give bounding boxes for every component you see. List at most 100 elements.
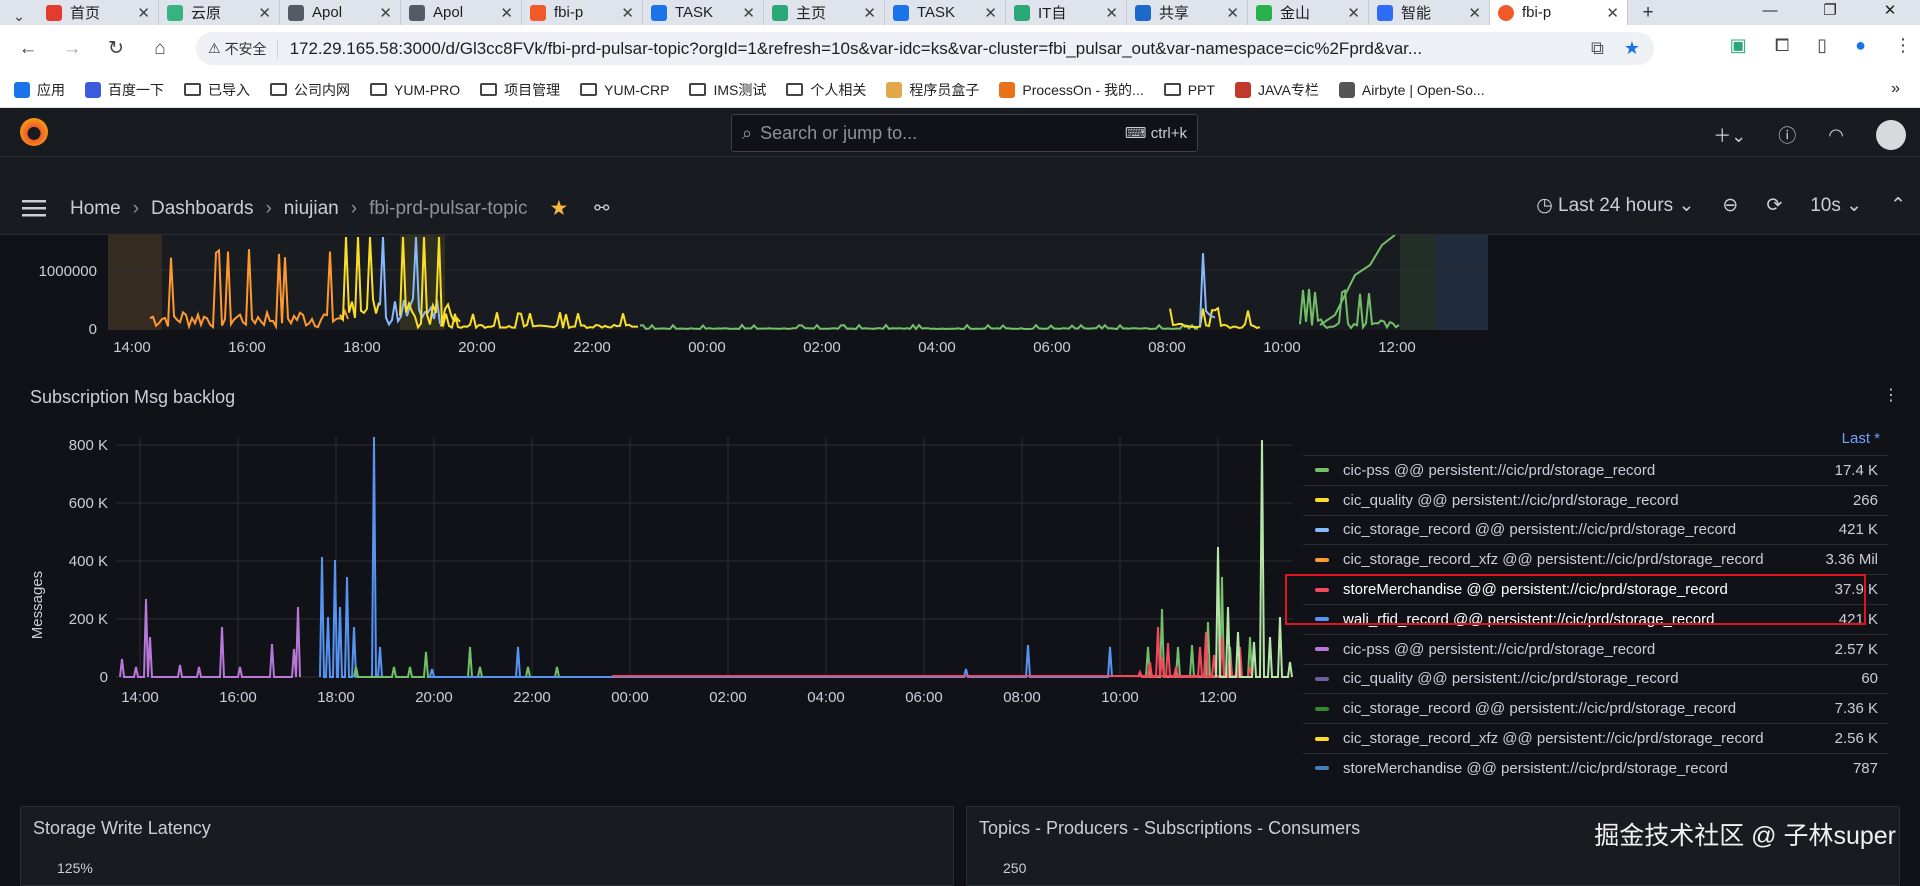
browser-tab[interactable]: TASK✕ xyxy=(885,0,1006,25)
refresh-icon[interactable]: ⟳ xyxy=(1766,194,1782,217)
grafana-logo-icon[interactable] xyxy=(20,118,48,146)
tab-favicon-icon xyxy=(651,5,667,21)
close-icon[interactable]: ✕ xyxy=(137,4,150,22)
bookmark-item[interactable]: YUM-CRP xyxy=(580,82,669,98)
series-color-swatch xyxy=(1315,677,1329,681)
breadcrumb-home[interactable]: Home xyxy=(70,198,121,220)
close-icon[interactable]: ✕ xyxy=(1347,4,1360,22)
bookmark-item[interactable]: 公司内网 xyxy=(270,80,350,100)
refresh-interval-picker[interactable]: 10s ⌄ xyxy=(1810,194,1862,217)
puzzle-icon[interactable]: ⧠ xyxy=(1775,35,1789,56)
time-range-picker[interactable]: ◷ Last 24 hours ⌄ xyxy=(1536,194,1694,217)
omnibox[interactable]: ⚠ 不安全 172.29.165.58:3000/d/Gl3cc8FVk/fbi… xyxy=(196,32,1654,65)
rss-icon[interactable]: ◠ xyxy=(1828,125,1844,146)
close-icon[interactable]: ✕ xyxy=(742,4,755,22)
series-band xyxy=(1400,235,1436,330)
security-indicator[interactable]: ⚠ 不安全 xyxy=(208,39,278,59)
legend-series-value: 2.56 K xyxy=(1808,730,1888,747)
close-window-button[interactable]: ✕ xyxy=(1860,0,1920,25)
legend-item[interactable]: cic_quality @@ persistent://cic/prd/stor… xyxy=(1303,485,1888,515)
url-text[interactable]: 172.29.165.58:3000/d/Gl3cc8FVk/fbi-prd-p… xyxy=(278,39,1548,59)
bookmark-item[interactable]: YUM-PRO xyxy=(370,82,460,98)
close-icon[interactable]: ✕ xyxy=(984,4,997,22)
close-icon[interactable]: ✕ xyxy=(379,4,392,22)
legend-item[interactable]: cic_storage_record_xfz @@ persistent://c… xyxy=(1303,544,1888,574)
tab-search-icon[interactable]: ⌄ xyxy=(0,8,38,25)
legend-series-name: storeMerchandise @@ persistent://cic/prd… xyxy=(1343,760,1808,777)
panel-menu-icon[interactable]: ⋮ xyxy=(1876,378,1906,414)
browser-tab[interactable]: IT自✕ xyxy=(1006,0,1127,25)
legend-item[interactable]: storeMerchandise @@ persistent://cic/prd… xyxy=(1303,753,1888,783)
forward-button[interactable]: → xyxy=(50,38,94,60)
bookmark-item[interactable]: JAVA专栏 xyxy=(1235,80,1319,100)
y-tick-label: 400 K xyxy=(69,553,108,570)
close-icon[interactable]: ✕ xyxy=(1468,4,1481,22)
close-icon[interactable]: ✕ xyxy=(1606,4,1619,22)
back-button[interactable]: ← xyxy=(6,38,50,60)
legend-item[interactable]: cic_storage_record @@ persistent://cic/p… xyxy=(1303,693,1888,723)
close-icon[interactable]: ✕ xyxy=(621,4,634,22)
legend-item[interactable]: cic_storage_record_xfz @@ persistent://c… xyxy=(1303,723,1888,753)
bookmark-label: PPT xyxy=(1188,82,1215,98)
help-icon[interactable]: ⓘ xyxy=(1778,122,1796,148)
legend-item[interactable]: cic-pss @@ persistent://cic/prd/storage_… xyxy=(1303,455,1888,485)
tab-title: Apol xyxy=(312,4,371,21)
avatar[interactable] xyxy=(1876,120,1906,150)
bookmark-item[interactable]: 已导入 xyxy=(184,80,250,100)
browser-tab[interactable]: 金山✕ xyxy=(1248,0,1369,25)
browser-tab[interactable]: 云原✕ xyxy=(159,0,280,25)
translate-icon[interactable]: ⧉ xyxy=(1591,38,1604,59)
bookmarks-overflow-icon[interactable]: » xyxy=(1891,80,1900,98)
menu-kebab-icon[interactable]: ⋮ xyxy=(1894,35,1912,56)
extension-icon[interactable]: ▣ xyxy=(1730,35,1747,56)
legend-series-name: cic_storage_record_xfz @@ persistent://c… xyxy=(1343,730,1808,747)
zoom-out-icon[interactable]: ⊖ xyxy=(1722,194,1738,217)
minimize-button[interactable]: — xyxy=(1740,0,1800,25)
browser-tab[interactable]: fbi-p✕ xyxy=(522,0,643,25)
sidepanel-icon[interactable]: ▯ xyxy=(1817,35,1827,56)
reload-button[interactable]: ↻ xyxy=(94,37,138,60)
legend-item[interactable]: cic-pss @@ persistent://cic/prd/storage_… xyxy=(1303,634,1888,664)
bookmark-item[interactable]: 项目管理 xyxy=(480,80,560,100)
close-icon[interactable]: ✕ xyxy=(1105,4,1118,22)
bookmark-item[interactable]: Airbyte | Open-So... xyxy=(1339,82,1485,98)
legend-item[interactable]: cic_quality @@ persistent://cic/prd/stor… xyxy=(1303,664,1888,694)
profile-icon[interactable]: ● xyxy=(1855,35,1866,56)
menu-hamburger-icon[interactable] xyxy=(22,198,48,223)
browser-tab[interactable]: 智能✕ xyxy=(1369,0,1490,25)
bookmark-item[interactable]: IMS测试 xyxy=(689,80,766,100)
legend-series-name: cic-pss @@ persistent://cic/prd/storage_… xyxy=(1343,641,1808,658)
bookmark-star-icon[interactable]: ★ xyxy=(1624,38,1640,59)
home-button[interactable]: ⌂ xyxy=(138,38,182,60)
new-tab-button[interactable]: + xyxy=(1628,0,1668,25)
browser-tab[interactable]: 主页✕ xyxy=(764,0,885,25)
close-icon[interactable]: ✕ xyxy=(500,4,513,22)
browser-tab[interactable]: Apol✕ xyxy=(401,0,522,25)
maximize-button[interactable]: ❐ xyxy=(1800,0,1860,25)
bookmark-item[interactable]: 百度一下 xyxy=(85,80,164,100)
close-icon[interactable]: ✕ xyxy=(863,4,876,22)
close-icon[interactable]: ✕ xyxy=(1226,4,1239,22)
browser-tab[interactable]: 首页✕ xyxy=(38,0,159,25)
x-tick-label: 22:00 xyxy=(573,339,611,356)
breadcrumb-dashboards[interactable]: Dashboards xyxy=(151,198,253,220)
add-new-icon[interactable]: ＋⌄ xyxy=(1713,122,1746,148)
bookmark-item[interactable]: PPT xyxy=(1164,82,1215,98)
browser-tab[interactable]: 共享✕ xyxy=(1127,0,1248,25)
bookmark-item[interactable]: 程序员盒子 xyxy=(886,80,979,100)
legend-item[interactable]: cic_storage_record @@ persistent://cic/p… xyxy=(1303,515,1888,545)
bookmark-item[interactable]: 应用 xyxy=(14,80,65,100)
breadcrumb-folder[interactable]: niujian xyxy=(284,198,339,220)
favorite-star-icon[interactable]: ★ xyxy=(549,196,568,221)
tab-favicon-icon xyxy=(772,5,788,21)
share-icon[interactable]: ⚯ xyxy=(594,198,609,219)
bookmark-item[interactable]: 个人相关 xyxy=(786,80,866,100)
search-input[interactable]: ⌕ Search or jump to... ⌨ ctrl+k xyxy=(731,114,1198,152)
browser-tab[interactable]: Apol ✕ xyxy=(280,0,401,25)
bookmark-item[interactable]: ProcessOn - 我的... xyxy=(999,80,1143,100)
browser-tab[interactable]: TASK✕ xyxy=(643,0,764,25)
close-icon[interactable]: ✕ xyxy=(258,4,271,22)
tab-active[interactable]: fbi-p ✕ xyxy=(1490,0,1628,25)
legend-header[interactable]: Last * xyxy=(1303,430,1888,455)
collapse-icon[interactable]: ⌃ xyxy=(1890,194,1906,217)
